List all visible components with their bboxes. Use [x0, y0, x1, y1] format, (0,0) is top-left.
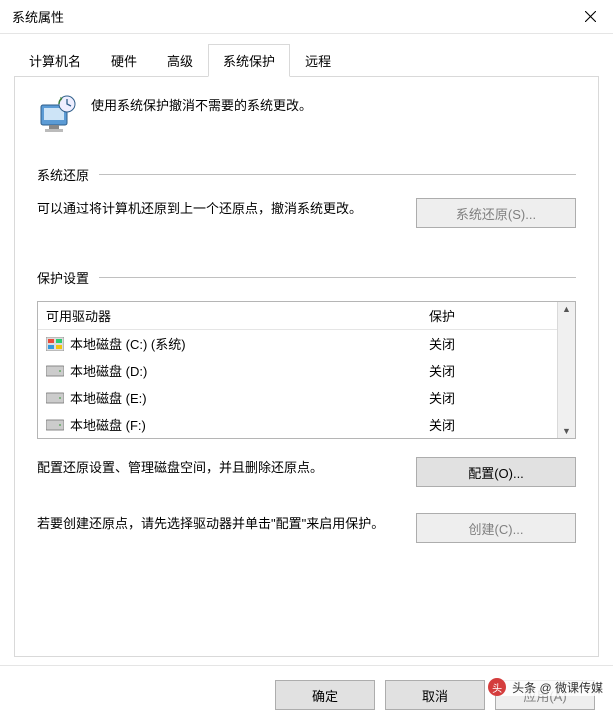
- drive-name: 本地磁盘 (D:): [70, 361, 147, 380]
- scroll-down-icon: ▼: [562, 426, 571, 436]
- drive-row[interactable]: 本地磁盘 (F:) 关闭: [38, 411, 557, 438]
- drive-name: 本地磁盘 (E:): [70, 388, 147, 407]
- tabstrip: 计算机名 硬件 高级 系统保护 远程: [14, 44, 599, 77]
- cancel-button[interactable]: 取消: [385, 680, 485, 710]
- windows-drive-icon: [46, 337, 64, 351]
- configure-button[interactable]: 配置(O)...: [416, 457, 576, 487]
- divider: [99, 174, 576, 175]
- scroll-up-icon: ▲: [562, 304, 571, 314]
- tab-hardware[interactable]: 硬件: [96, 44, 152, 77]
- close-button[interactable]: [567, 0, 613, 34]
- scrollbar[interactable]: ▲ ▼: [557, 302, 575, 438]
- tab-computer-name[interactable]: 计算机名: [14, 44, 96, 77]
- col-header-protection: 保护: [429, 306, 549, 325]
- watermark: 头 头条 @ 微课传媒: [488, 678, 603, 696]
- window-title: 系统属性: [12, 7, 64, 26]
- create-description: 若要创建还原点，请先选择驱动器并单击"配置"来启用保护。: [37, 513, 398, 535]
- drive-name: 本地磁盘 (F:): [70, 415, 146, 434]
- create-button[interactable]: 创建(C)...: [416, 513, 576, 543]
- restore-description: 可以通过将计算机还原到上一个还原点，撤消系统更改。: [37, 198, 398, 220]
- configure-description: 配置还原设置、管理磁盘空间，并且删除还原点。: [37, 457, 398, 479]
- intro-text: 使用系统保护撤消不需要的系统更改。: [91, 95, 312, 114]
- drive-status: 关闭: [429, 388, 549, 407]
- tabpage-system-protection: 使用系统保护撤消不需要的系统更改。 系统还原 可以通过将计算机还原到上一个还原点…: [14, 77, 599, 657]
- section-protect-title: 保护设置: [37, 268, 89, 287]
- hdd-icon: [46, 418, 64, 432]
- tab-advanced[interactable]: 高级: [152, 44, 208, 77]
- drive-status: 关闭: [429, 361, 549, 380]
- tab-remote[interactable]: 远程: [290, 44, 346, 77]
- tab-system-protection[interactable]: 系统保护: [208, 44, 290, 77]
- section-restore-title: 系统还原: [37, 165, 89, 184]
- system-restore-button[interactable]: 系统还原(S)...: [416, 198, 576, 228]
- drive-row[interactable]: 本地磁盘 (C:) (系统) 关闭: [38, 330, 557, 357]
- watermark-logo-icon: 头: [488, 678, 506, 696]
- col-header-drive: 可用驱动器: [46, 306, 429, 325]
- drive-name: 本地磁盘 (C:) (系统): [70, 334, 186, 353]
- close-icon: [585, 11, 596, 22]
- system-protection-icon: [37, 95, 77, 135]
- divider: [99, 277, 576, 278]
- ok-button[interactable]: 确定: [275, 680, 375, 710]
- drive-row[interactable]: 本地磁盘 (E:) 关闭: [38, 384, 557, 411]
- hdd-icon: [46, 391, 64, 405]
- drive-status: 关闭: [429, 334, 549, 353]
- hdd-icon: [46, 364, 64, 378]
- drive-row[interactable]: 本地磁盘 (D:) 关闭: [38, 357, 557, 384]
- drive-listbox[interactable]: 可用驱动器 保护 本地磁盘 (C:) (系统) 关闭 本地磁盘 (D:: [37, 301, 576, 439]
- watermark-text: 头条 @ 微课传媒: [512, 679, 603, 696]
- drive-status: 关闭: [429, 415, 549, 434]
